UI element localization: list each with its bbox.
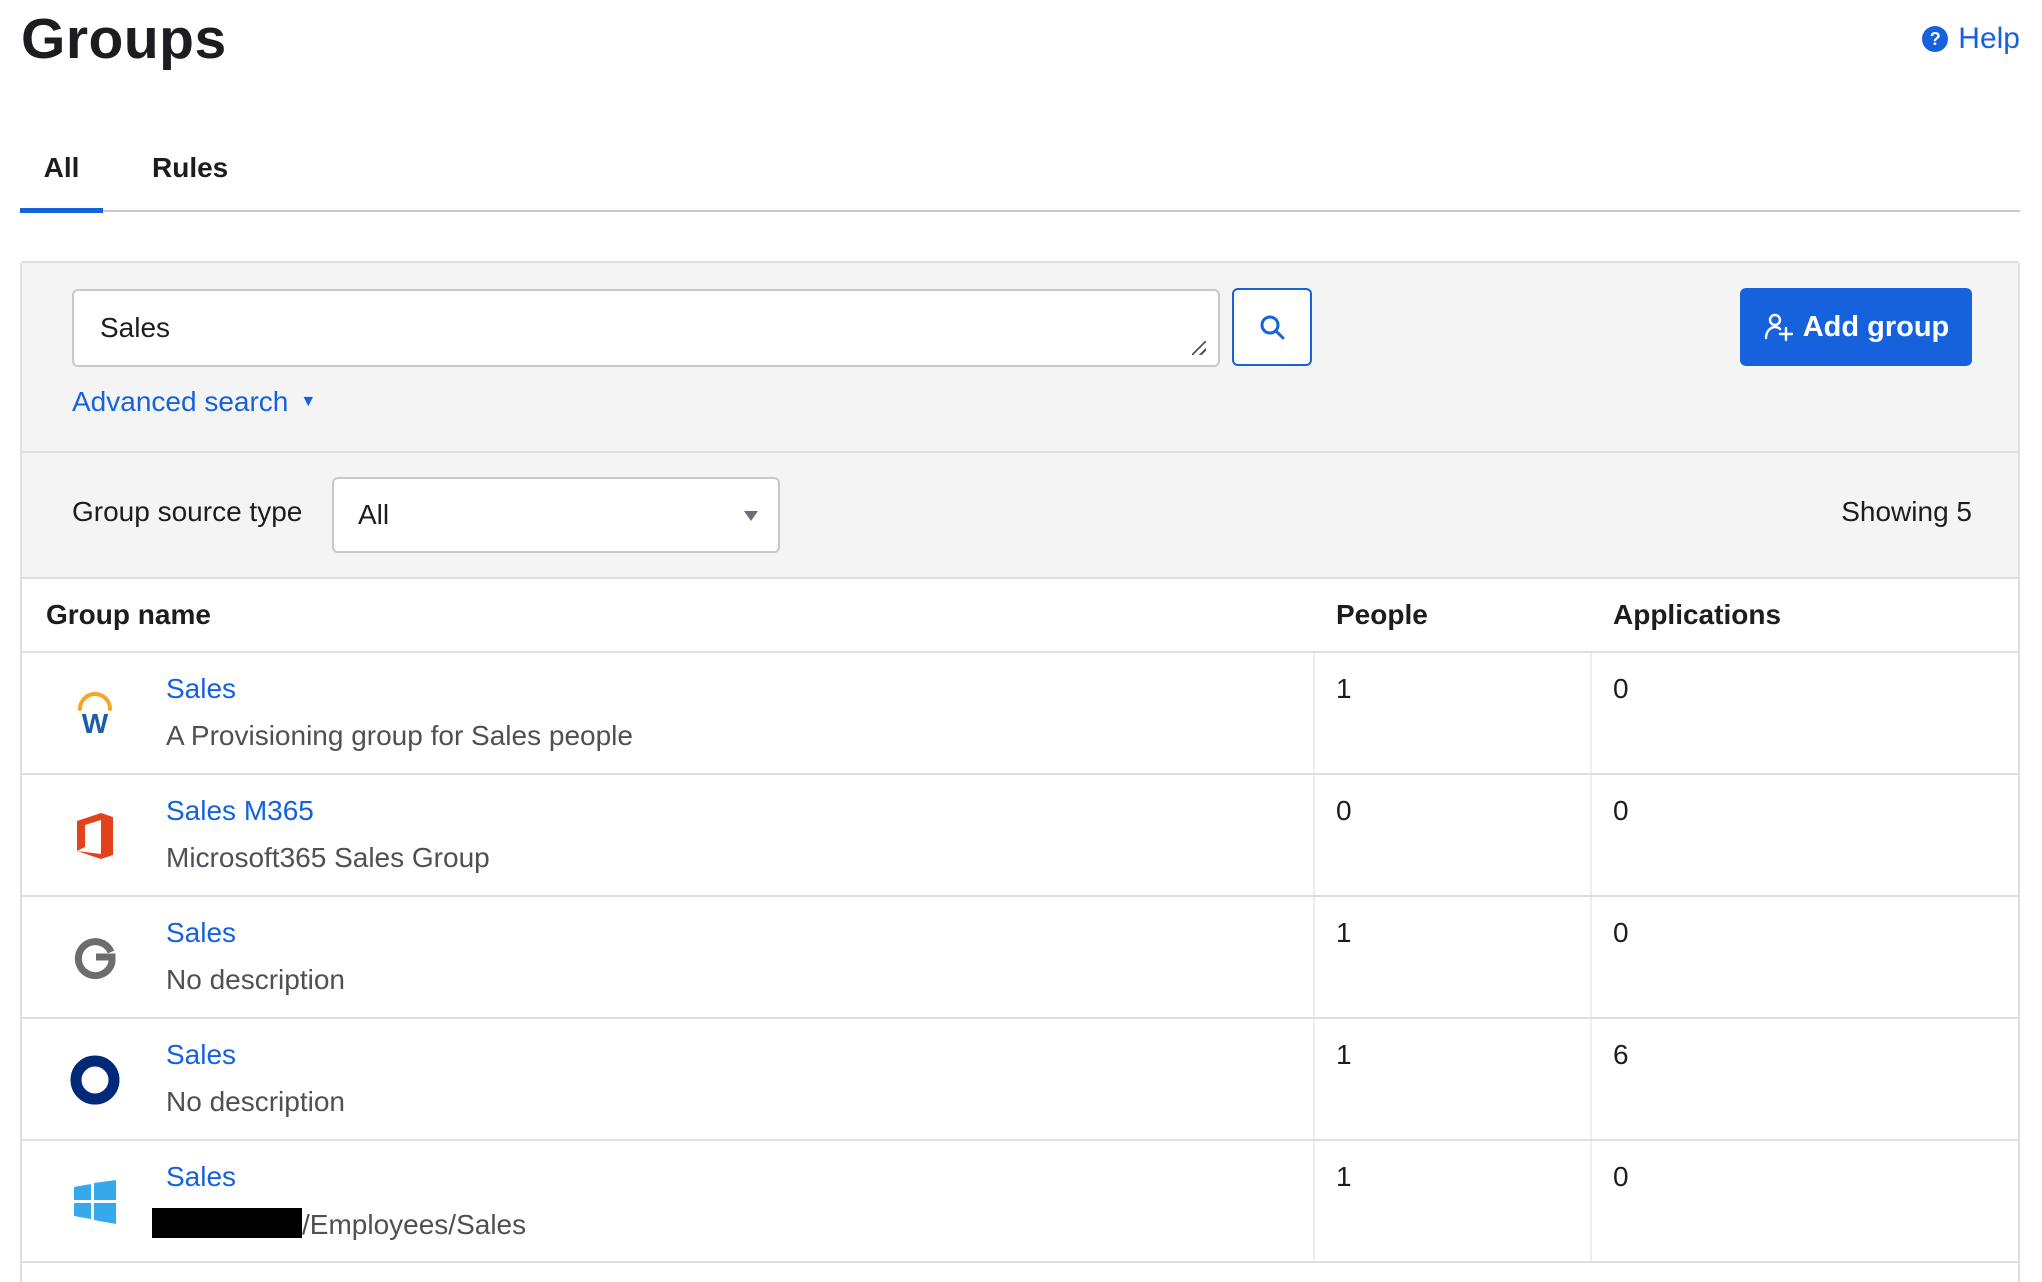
help-label: Help <box>1958 22 2020 55</box>
search-area: Sales Add group Advanced search ▼ <box>22 263 2018 453</box>
column-divider <box>1590 1019 1592 1139</box>
group-description: /Employees/Sales <box>152 1208 527 1241</box>
group-name-link[interactable]: Sales M365 <box>166 795 314 827</box>
question-circle-icon: ? <box>1922 26 1949 52</box>
table-row: W Sales A Provisioning group for Sales p… <box>22 653 2018 775</box>
okta-icon <box>66 1051 124 1109</box>
column-divider <box>1313 653 1315 773</box>
group-description-path: /Employees/Sales <box>302 1209 527 1240</box>
column-header-applications[interactable]: Applications <box>1613 599 1781 631</box>
group-description: No description <box>166 1086 345 1117</box>
advanced-search-label: Advanced search <box>72 386 289 417</box>
column-divider <box>1590 897 1592 1017</box>
microsoft-office-icon <box>66 807 124 865</box>
column-divider <box>1313 897 1315 1017</box>
group-description: Microsoft365 Sales Group <box>166 842 490 873</box>
search-button[interactable] <box>1232 288 1312 366</box>
add-group-button[interactable]: Add group <box>1740 288 1972 366</box>
advanced-search-link[interactable]: Advanced search ▼ <box>72 386 316 418</box>
table-row: Sales No description 1 6 <box>22 1019 2018 1141</box>
redacted-block <box>152 1208 302 1238</box>
caret-down-icon: ▼ <box>300 393 317 410</box>
svg-text:W: W <box>82 708 109 739</box>
groups-panel: Sales Add group Advanced search ▼ Group … <box>20 261 2020 1282</box>
windows-icon <box>66 1173 124 1231</box>
group-name-link[interactable]: Sales <box>166 673 236 705</box>
resize-handle-icon[interactable] <box>1192 341 1206 355</box>
column-divider <box>1313 775 1315 895</box>
search-input[interactable]: Sales <box>72 289 1220 367</box>
people-count: 1 <box>1336 917 1352 948</box>
column-header-group-name[interactable]: Group name <box>46 599 211 631</box>
tab-bar: All Rules <box>20 140 2020 213</box>
search-icon <box>1260 315 1285 340</box>
table-row: Sales /Employees/Sales 1 0 <box>22 1141 2018 1263</box>
chevron-down-icon <box>744 511 758 521</box>
tab-rules[interactable]: Rules <box>152 140 228 212</box>
people-count: 0 <box>1336 795 1352 826</box>
table-header: Group name People Applications <box>22 579 2018 653</box>
google-icon <box>66 929 124 987</box>
column-header-people[interactable]: People <box>1336 599 1428 631</box>
people-count: 1 <box>1336 1161 1352 1192</box>
applications-count: 0 <box>1613 1161 1629 1192</box>
table-row: Sales No description 1 0 <box>22 897 2018 1019</box>
filter-area: Group source type All Showing 5 <box>22 453 2018 579</box>
add-user-icon <box>1764 313 1793 342</box>
people-count: 1 <box>1336 673 1352 704</box>
add-group-label: Add group <box>1802 310 1950 343</box>
group-description: A Provisioning group for Sales people <box>166 720 633 751</box>
applications-count: 0 <box>1613 917 1629 948</box>
search-input-value: Sales <box>100 312 171 343</box>
group-source-type-label: Group source type <box>72 496 303 527</box>
group-source-type-value: All <box>358 499 390 530</box>
column-divider <box>1590 775 1592 895</box>
group-name-link[interactable]: Sales <box>166 917 236 949</box>
help-link[interactable]: ? Help <box>1922 22 2020 56</box>
group-name-link[interactable]: Sales <box>166 1161 236 1193</box>
people-count: 1 <box>1336 1039 1352 1070</box>
groups-page: Groups ? Help All Rules Sales Add group … <box>0 0 2042 1282</box>
applications-count: 6 <box>1613 1039 1629 1070</box>
column-divider <box>1590 653 1592 773</box>
applications-count: 0 <box>1613 795 1629 826</box>
column-divider <box>1313 1141 1315 1261</box>
tab-all[interactable]: All <box>20 140 103 213</box>
column-divider <box>1590 1141 1592 1261</box>
group-source-type-select[interactable]: All <box>332 477 780 553</box>
group-description: No description <box>166 964 345 995</box>
group-name-link[interactable]: Sales <box>166 1039 236 1071</box>
showing-count: Showing 5 <box>1841 496 1972 527</box>
workday-icon: W <box>66 685 124 743</box>
groups-table-body: W Sales A Provisioning group for Sales p… <box>22 653 2018 1263</box>
page-title: Groups <box>21 7 227 71</box>
applications-count: 0 <box>1613 673 1629 704</box>
table-row: Sales M365 Microsoft365 Sales Group 0 0 <box>22 775 2018 897</box>
column-divider <box>1313 1019 1315 1139</box>
